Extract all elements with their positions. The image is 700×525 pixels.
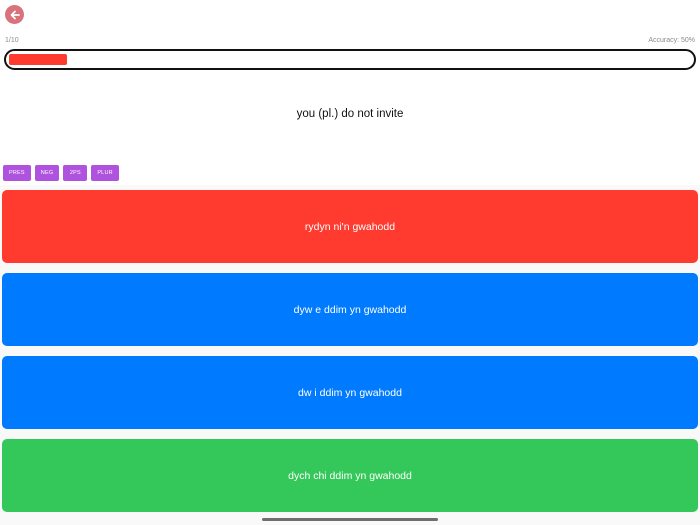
home-indicator[interactable] [262, 518, 438, 521]
answer-option-3[interactable]: dw i ddim yn gwahodd [2, 356, 698, 429]
tag-neg: NEG [34, 165, 60, 181]
progress-bar-fill [9, 54, 67, 65]
back-button[interactable] [5, 5, 24, 24]
grammar-tags: PRES NEG 2PS PLUR [3, 165, 119, 181]
answer-option-4[interactable]: dych chi ddim yn gwahodd [2, 439, 698, 512]
answers-area: rydyn ni'n gwahodd dyw e ddim yn gwahodd… [0, 185, 700, 525]
question-prompt: you (pl.) do not invite [296, 108, 404, 120]
tag-pres: PRES [3, 165, 31, 181]
answer-option-1[interactable]: rydyn ni'n gwahodd [2, 190, 698, 263]
accuracy-label: Accuracy: 50% [648, 37, 695, 44]
arrow-left-icon [10, 10, 20, 19]
quiz-screen: 1/10 Accuracy: 50% you (pl.) do not invi… [0, 0, 700, 525]
tag-2ps: 2PS [63, 165, 88, 181]
tag-plur: PLUR [91, 165, 119, 181]
answer-option-2[interactable]: dyw e ddim yn gwahodd [2, 273, 698, 346]
progress-bar [4, 49, 696, 70]
question-counter: 1/10 [5, 37, 19, 44]
